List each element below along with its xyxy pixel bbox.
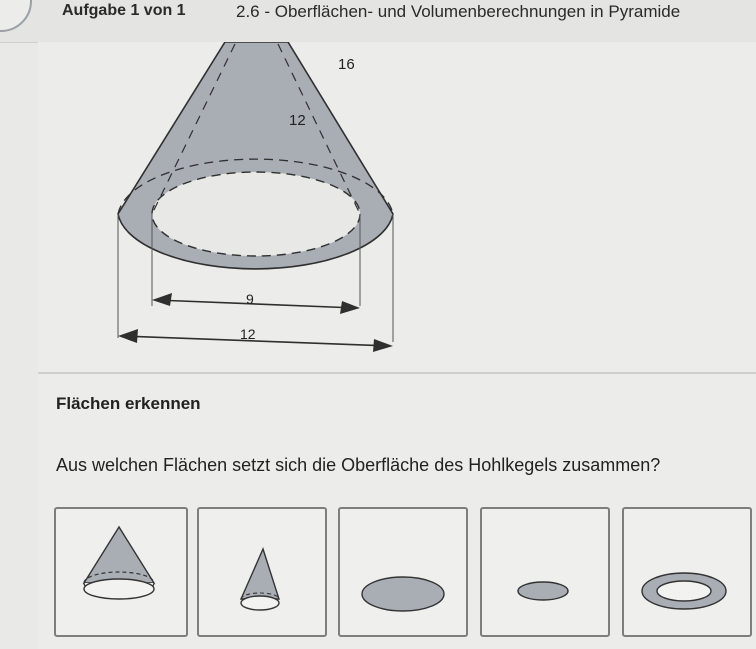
- page-title: 2.6 - Oberflächen- und Volumenberechnung…: [236, 2, 681, 21]
- option-small-cone[interactable]: [197, 507, 327, 637]
- label-inner-slant: 12: [289, 112, 306, 129]
- section-heading: Flächen erkennen: [56, 394, 201, 413]
- label-outer-diameter: 12: [240, 326, 256, 342]
- ring-icon: [641, 572, 727, 610]
- option-large-cone[interactable]: [54, 507, 188, 637]
- top-bar: Aufgabe 1 von 1 2.6 - Oberflächen- und V…: [0, 0, 756, 43]
- option-small-ellipse[interactable]: [480, 507, 610, 637]
- option-large-ellipse[interactable]: [338, 507, 468, 637]
- large-ellipse-icon: [361, 576, 445, 612]
- arrowhead: [373, 339, 393, 352]
- question-text: Aus welchen Flächen setzt sich die Oberf…: [56, 455, 661, 475]
- arrowhead: [118, 329, 138, 343]
- option-ring[interactable]: [622, 507, 752, 637]
- label-inner-diameter: 9: [246, 291, 254, 307]
- arrowhead: [152, 293, 172, 306]
- small-cone-icon: [239, 547, 280, 611]
- figure-panel: 16 12 9 12: [38, 42, 756, 372]
- answer-options: [52, 507, 756, 649]
- hollow-cone-figure: 16 12 9 12: [117, 42, 394, 352]
- arrowhead: [340, 301, 360, 314]
- label-outer-slant: 16: [338, 56, 355, 73]
- back-circle-icon[interactable]: [0, 0, 32, 32]
- large-cone-icon: [82, 525, 156, 600]
- inner-hollow-ellipse: [151, 171, 361, 257]
- task-counter: Aufgabe 1 von 1: [62, 2, 186, 19]
- small-ellipse-icon: [517, 581, 569, 601]
- inner-diameter-arrow: [155, 299, 357, 309]
